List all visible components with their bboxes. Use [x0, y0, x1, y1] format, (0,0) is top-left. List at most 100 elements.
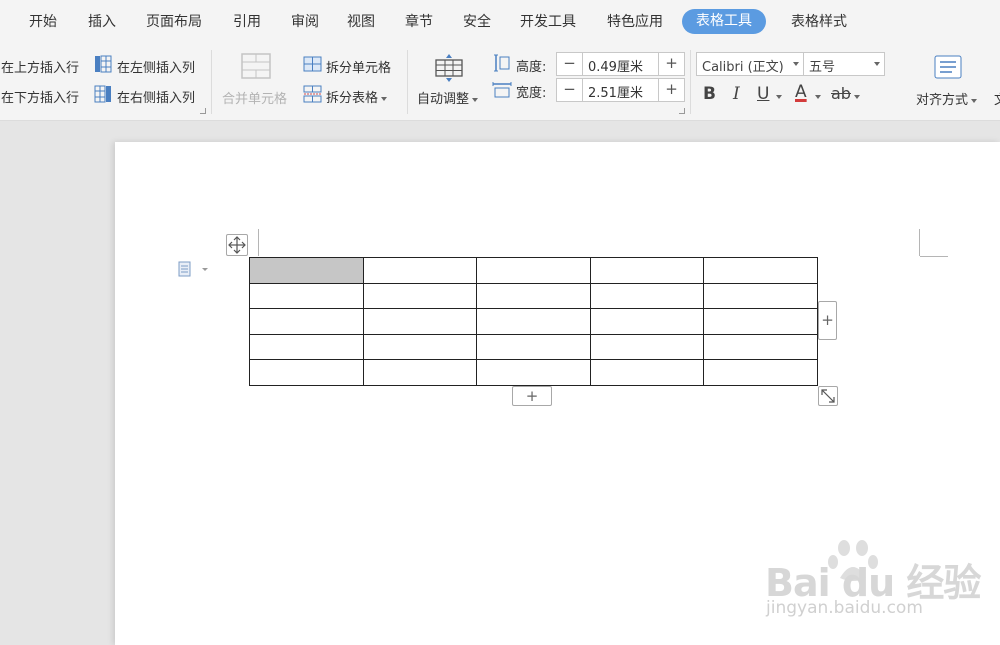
- insert-column-left-icon[interactable]: [94, 55, 112, 77]
- width-label: 宽度:: [516, 86, 547, 101]
- table-row: [249, 282, 818, 310]
- table-cell[interactable]: [249, 333, 364, 361]
- table-cell[interactable]: [703, 257, 818, 284]
- split-cells-icon[interactable]: [303, 55, 322, 77]
- split-table-icon[interactable]: [303, 85, 322, 107]
- add-row-button[interactable]: +: [512, 386, 552, 406]
- row-height-icon: [493, 54, 511, 76]
- font-name-value: Calibri (正文): [702, 60, 784, 75]
- table-cell[interactable]: [476, 282, 591, 310]
- table-cell[interactable]: [476, 257, 591, 284]
- tab-references[interactable]: 引用: [233, 11, 261, 31]
- table-cell[interactable]: [703, 308, 818, 335]
- font-size-select[interactable]: 五号: [803, 52, 885, 76]
- table-cell-selected[interactable]: [249, 257, 364, 284]
- table-cell[interactable]: [362, 257, 478, 284]
- table-row: [249, 333, 818, 361]
- move-arrows-icon: [228, 236, 246, 254]
- alignment-button[interactable]: 对齐方式: [916, 89, 978, 108]
- table-cell[interactable]: [589, 333, 705, 361]
- height-value[interactable]: 0.49厘米: [588, 56, 643, 75]
- resize-arrows-icon: [821, 389, 835, 403]
- chevron-down-icon: [793, 62, 799, 66]
- table-cell[interactable]: [589, 257, 705, 284]
- split-cells-button[interactable]: 拆分单元格: [326, 57, 391, 76]
- table-cell[interactable]: [249, 308, 364, 335]
- font-color-button[interactable]: A: [795, 82, 807, 102]
- table-move-handle[interactable]: [226, 234, 248, 256]
- tab-view[interactable]: 视图: [347, 11, 375, 31]
- italic-button[interactable]: I: [733, 84, 740, 104]
- insert-row-below-button[interactable]: 在下方插入行: [1, 87, 79, 106]
- cell-size-launcher-icon[interactable]: [679, 108, 685, 114]
- alignment-icon[interactable]: [934, 55, 962, 83]
- auto-fit-icon[interactable]: [434, 53, 464, 87]
- table-cell[interactable]: [249, 359, 364, 386]
- font-name-select[interactable]: Calibri (正文): [696, 52, 804, 76]
- chevron-down-icon: [381, 96, 388, 101]
- merge-cells-button[interactable]: 合并单元格: [222, 88, 287, 107]
- table-cell[interactable]: [362, 308, 478, 335]
- chevron-down-icon[interactable]: [776, 95, 782, 99]
- insert-column-left-label[interactable]: 在左侧插入列: [117, 57, 195, 76]
- document-table[interactable]: [249, 257, 818, 386]
- highlight-button[interactable]: ab: [831, 84, 851, 103]
- width-value[interactable]: 2.51厘米: [588, 82, 643, 101]
- chevron-down-icon[interactable]: [815, 95, 821, 99]
- ribbon-divider: [211, 50, 212, 114]
- table-cell[interactable]: [362, 333, 478, 361]
- paste-options-icon[interactable]: [178, 261, 210, 281]
- font-size-value: 五号: [809, 60, 836, 75]
- table-row: [249, 308, 818, 335]
- table-cell[interactable]: [703, 282, 818, 310]
- tab-security[interactable]: 安全: [463, 11, 491, 31]
- add-column-button[interactable]: +: [818, 301, 837, 340]
- tab-table-tools[interactable]: 表格工具: [682, 9, 766, 34]
- height-stepper[interactable]: − 0.49厘米 +: [556, 52, 685, 76]
- tab-review[interactable]: 审阅: [291, 11, 319, 31]
- table-cell[interactable]: [589, 308, 705, 335]
- text-direction-button[interactable]: 文: [994, 89, 1000, 108]
- tab-chapter[interactable]: 章节: [405, 11, 433, 31]
- tab-special-apps[interactable]: 特色应用: [607, 11, 663, 31]
- table-cell[interactable]: [476, 359, 591, 386]
- width-stepper[interactable]: − 2.51厘米 +: [556, 78, 685, 102]
- width-decrease-button[interactable]: −: [557, 79, 583, 101]
- chevron-down-icon: [472, 97, 479, 102]
- underline-button[interactable]: U: [757, 84, 769, 104]
- auto-fit-button[interactable]: 自动调整: [417, 88, 479, 107]
- tab-insert[interactable]: 插入: [88, 11, 116, 31]
- menu-bar: 开始 插入 页面布局 引用 审阅 视图 章节 安全 开发工具 特色应用 表格工具…: [0, 0, 1000, 44]
- height-decrease-button[interactable]: −: [557, 53, 583, 75]
- insert-column-right-icon[interactable]: [94, 85, 112, 107]
- insert-row-above-button[interactable]: 在上方插入行: [1, 57, 79, 76]
- margin-corner-mark: [920, 256, 948, 257]
- table-cell[interactable]: [589, 359, 705, 386]
- table-cell[interactable]: [703, 333, 818, 361]
- tab-developer[interactable]: 开发工具: [520, 11, 576, 31]
- split-table-button[interactable]: 拆分表格: [326, 87, 388, 106]
- margin-corner-mark: [919, 229, 920, 256]
- table-resize-handle[interactable]: [818, 386, 838, 406]
- tab-page-layout[interactable]: 页面布局: [146, 11, 202, 31]
- table-cell[interactable]: [362, 359, 478, 386]
- height-increase-button[interactable]: +: [658, 53, 684, 75]
- height-label: 高度:: [516, 60, 547, 75]
- chevron-down-icon: [874, 62, 880, 66]
- tab-table-style[interactable]: 表格样式: [791, 11, 847, 31]
- table-row: [249, 257, 818, 284]
- bold-button[interactable]: B: [703, 84, 716, 104]
- insert-column-right-label[interactable]: 在右侧插入列: [117, 87, 195, 106]
- table-cell[interactable]: [362, 282, 478, 310]
- table-cell[interactable]: [476, 308, 591, 335]
- table-cell[interactable]: [589, 282, 705, 310]
- chevron-down-icon[interactable]: [854, 95, 860, 99]
- width-increase-button[interactable]: +: [658, 79, 684, 101]
- watermark-url: jingyan.baidu.com: [766, 598, 923, 618]
- table-cell[interactable]: [249, 282, 364, 310]
- tab-home[interactable]: 开始: [29, 11, 57, 31]
- table-cell[interactable]: [476, 333, 591, 361]
- table-cell[interactable]: [703, 359, 818, 386]
- table-row: [249, 359, 818, 386]
- rows-columns-launcher-icon[interactable]: [200, 108, 206, 114]
